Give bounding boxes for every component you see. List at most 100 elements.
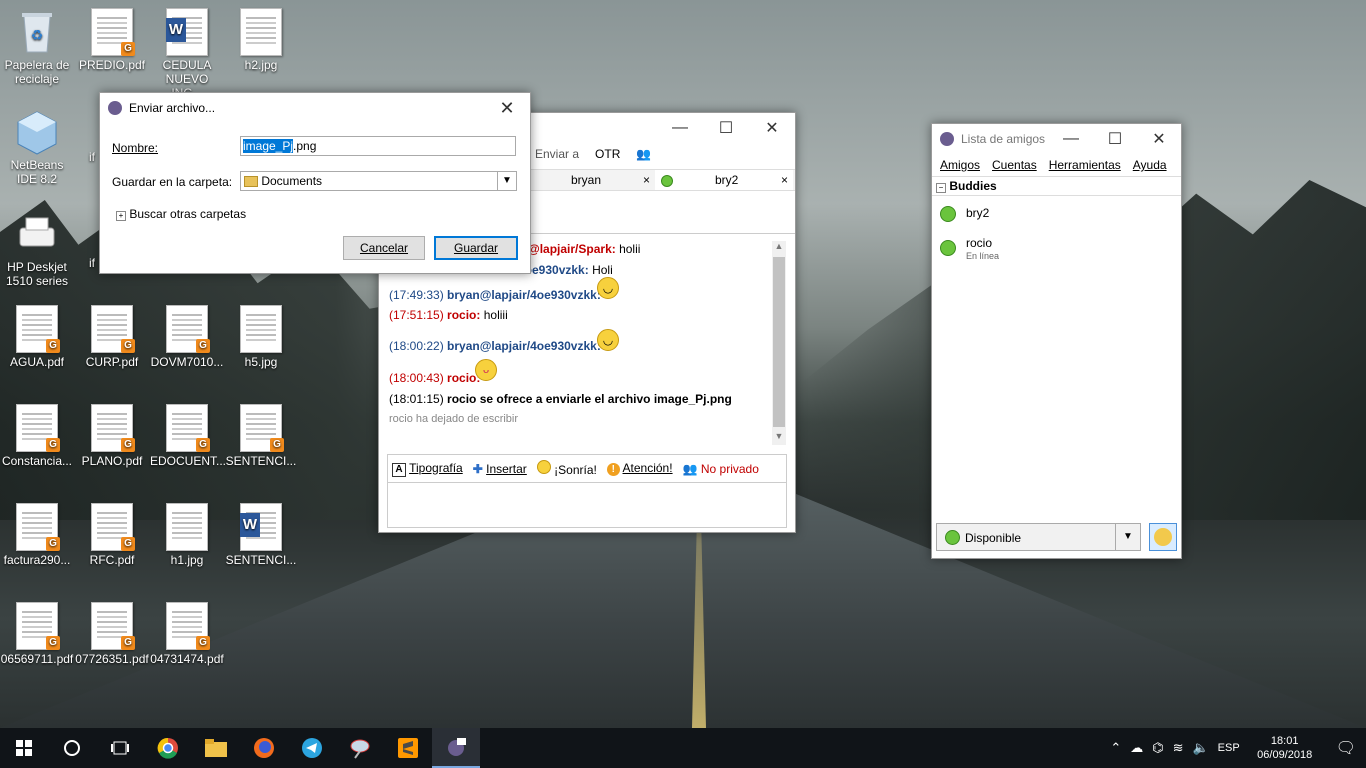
- windows-start-icon[interactable]: [0, 728, 48, 768]
- notifications-icon[interactable]: 🗨: [1336, 738, 1356, 758]
- pdf-file-icon: G: [14, 404, 60, 452]
- chevron-down-icon[interactable]: ▼: [497, 172, 516, 190]
- desktop-icon-recycle-bin[interactable]: ♻ Papelera de reciclaje: [0, 8, 74, 86]
- desktop-icon-netbeans[interactable]: NetBeans IDE 8.2: [0, 108, 74, 186]
- network-icon[interactable]: ⌬: [1152, 740, 1163, 756]
- desktop-icon-edocuent[interactable]: G EDOCUENT...: [150, 404, 226, 468]
- desktop-icon-sentenci-pdf[interactable]: G SENTENCI...: [224, 404, 298, 468]
- menu-enviar-a[interactable]: Enviar a: [535, 147, 579, 161]
- browse-folders-expander[interactable]: + Buscar otras carpetas: [116, 207, 246, 221]
- buddy-name: rocio: [966, 236, 993, 250]
- desktop-icon-plano[interactable]: G PLANO.pdf: [75, 404, 149, 468]
- firefox-icon[interactable]: [240, 728, 288, 768]
- menu-otr[interactable]: OTR: [595, 147, 620, 161]
- desktop-icon-dovm[interactable]: G DOVM7010...: [150, 305, 224, 369]
- desktop-icon-factura[interactable]: G factura290...: [0, 503, 74, 567]
- message-time: (17:51:15): [389, 308, 444, 322]
- desktop-icon-06569711[interactable]: G 06569711.pdf: [0, 602, 74, 666]
- search-icon[interactable]: [48, 728, 96, 768]
- app-icon[interactable]: [336, 728, 384, 768]
- desktop-icon-cedula[interactable]: W CEDULA NUEVO ING...: [150, 8, 224, 100]
- pdf-file-icon: G: [14, 503, 60, 551]
- buddy-icon-button[interactable]: [1149, 523, 1177, 551]
- menu-ayuda[interactable]: Ayuda: [1133, 158, 1167, 172]
- pdf-file-icon: G: [89, 602, 135, 650]
- desktop-icon-hp-deskjet[interactable]: HP Deskjet 1510 series: [0, 210, 74, 288]
- save-file-dialog: Enviar archivo... ✕ Nombre: image_Pj.png…: [99, 92, 531, 274]
- close-button[interactable]: ✕: [749, 118, 795, 138]
- scrollbar-thumb[interactable]: [773, 257, 785, 427]
- pidgin-taskbar-icon[interactable]: [432, 728, 480, 768]
- desktop-icon-04731474[interactable]: G 04731474.pdf: [150, 602, 224, 666]
- filename-input[interactable]: image_Pj.png: [240, 136, 516, 156]
- desktop-icon-07726351[interactable]: G 07726351.pdf: [75, 602, 149, 666]
- desktop-icon-h5[interactable]: h5.jpg: [224, 305, 298, 369]
- chevron-down-icon[interactable]: ▼: [1115, 524, 1140, 550]
- group-header[interactable]: − Buddies: [932, 176, 1181, 196]
- desktop-icon-sentenci-word[interactable]: W SENTENCI...: [224, 503, 298, 567]
- folder-select[interactable]: Documents ▼: [240, 171, 517, 191]
- tab-bry2[interactable]: bry2 ×: [655, 170, 793, 190]
- insert-button[interactable]: ✚ Insertar: [473, 462, 527, 476]
- people-icon[interactable]: 👥: [636, 147, 651, 161]
- clock[interactable]: 18:01 06/09/2018: [1249, 734, 1321, 762]
- desktop-icon-constancia[interactable]: G Constancia...: [0, 404, 74, 468]
- file-explorer-icon[interactable]: [192, 728, 240, 768]
- buddy-titlebar: Lista de amigos — ☐ ✕: [932, 124, 1181, 154]
- telegram-icon[interactable]: [288, 728, 336, 768]
- smile-button[interactable]: ¡Sonría!: [536, 460, 597, 477]
- pidgin-icon: [940, 132, 954, 146]
- desktop-icon-curp[interactable]: G CURP.pdf: [75, 305, 149, 369]
- sublime-text-icon[interactable]: [384, 728, 432, 768]
- message-line: (18:00:43) rocio:: [389, 370, 480, 386]
- chevron-up-icon[interactable]: ⌃: [1110, 740, 1121, 756]
- pdf-file-icon: G: [238, 404, 284, 452]
- cloud-icon[interactable]: ☁: [1130, 740, 1143, 756]
- chrome-icon[interactable]: [144, 728, 192, 768]
- recycle-bin-icon: ♻: [14, 8, 60, 56]
- close-button[interactable]: ✕: [1137, 129, 1181, 149]
- pdf-file-icon: G: [89, 404, 135, 452]
- buddy-row-rocio[interactable]: rocio En línea: [940, 234, 1170, 264]
- tongue-emoji-icon: ᴗ: [475, 359, 497, 381]
- task-view-icon[interactable]: [96, 728, 144, 768]
- folder-value: Documents: [261, 174, 323, 188]
- buddy-row-bry2[interactable]: bry2: [940, 204, 1170, 226]
- maximize-button[interactable]: ☐: [1093, 129, 1137, 149]
- desktop-icon-h2[interactable]: h2.jpg: [224, 8, 298, 72]
- font-button[interactable]: A Tipografía: [392, 461, 463, 477]
- menu-herramientas[interactable]: Herramientas: [1049, 158, 1121, 172]
- tab-close-icon[interactable]: ×: [643, 170, 650, 190]
- message-time: (18:00:22): [389, 339, 444, 353]
- browse-label: Buscar otras carpetas: [129, 207, 247, 221]
- message-input[interactable]: [387, 482, 787, 528]
- save-button[interactable]: Guardar: [434, 236, 518, 260]
- minimize-button[interactable]: —: [657, 119, 703, 137]
- desktop-icon-h1[interactable]: h1.jpg: [150, 503, 224, 567]
- cancel-button[interactable]: Cancelar: [343, 236, 425, 260]
- volume-icon[interactable]: 🔈: [1192, 740, 1208, 756]
- menu-cuentas[interactable]: Cuentas: [992, 158, 1037, 172]
- language-indicator[interactable]: ESP: [1218, 742, 1240, 754]
- close-button[interactable]: ✕: [484, 98, 530, 119]
- scroll-up-icon[interactable]: ▲: [772, 241, 786, 255]
- message-line: @lapjair/Spark: holii: [528, 241, 640, 257]
- privacy-button[interactable]: 👥 No privado: [683, 462, 759, 476]
- message-line: (17:51:15) rocio: holiii: [389, 307, 508, 323]
- tab-bryan[interactable]: bryan ×: [531, 170, 655, 190]
- attention-button[interactable]: ! Atención!: [606, 461, 673, 476]
- conversation-scrollbar[interactable]: ▲ ▼: [772, 241, 786, 445]
- status-selector[interactable]: Disponible ▼: [936, 523, 1141, 551]
- menu-amigos[interactable]: Amigos: [940, 158, 980, 172]
- desktop-icon-rfc[interactable]: G RFC.pdf: [75, 503, 149, 567]
- name-label: Nombre:: [112, 141, 159, 155]
- maximize-button[interactable]: ☐: [703, 118, 749, 138]
- wifi-icon[interactable]: ≋: [1173, 740, 1184, 756]
- desktop-icon-agua[interactable]: G AGUA.pdf: [0, 305, 74, 369]
- tab-close-icon[interactable]: ×: [781, 170, 788, 190]
- desktop-icon-predio[interactable]: G PREDIO.pdf: [75, 8, 149, 72]
- minimize-button[interactable]: —: [1049, 130, 1093, 148]
- pdf-file-icon: G: [164, 404, 210, 452]
- smile-label: ¡Sonría!: [554, 463, 597, 477]
- scroll-down-icon[interactable]: ▼: [772, 431, 786, 445]
